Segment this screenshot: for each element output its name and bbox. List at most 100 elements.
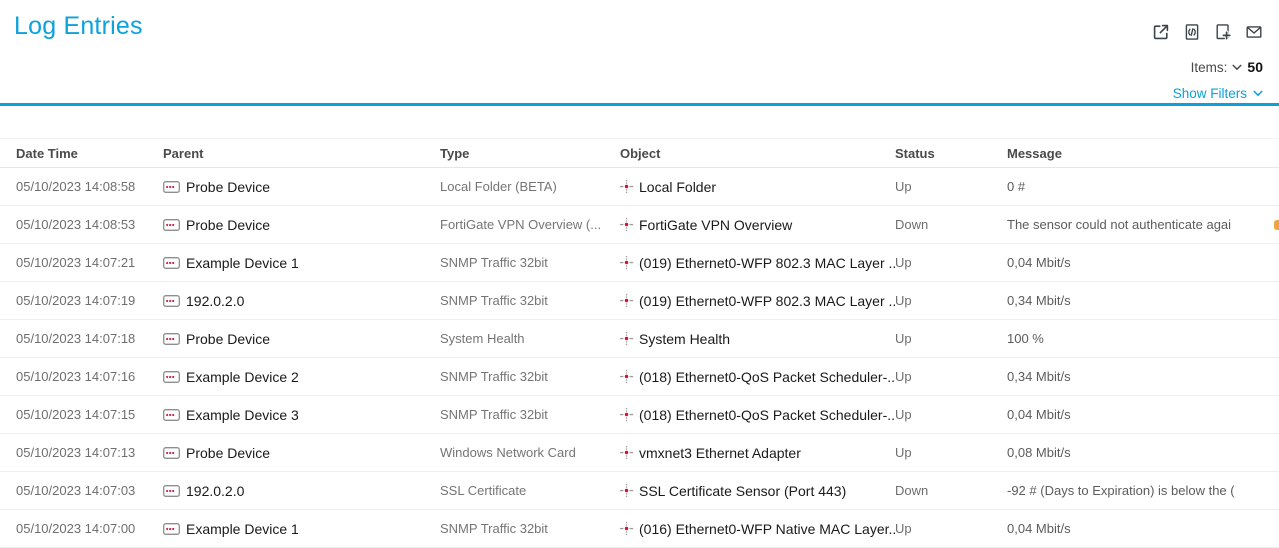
device-icon	[163, 295, 180, 307]
cell-datetime: 05/10/2023 14:07:18	[16, 331, 163, 346]
sensor-object-link[interactable]: (019) Ethernet0-WFP 802.3 MAC Layer ...	[620, 293, 895, 309]
cell-type: SNMP Traffic 32bit	[440, 255, 620, 270]
cell-parent: Probe Device	[163, 331, 440, 347]
cell-parent: Example Device 2	[163, 369, 440, 385]
sensor-icon	[620, 522, 633, 535]
cell-type: FortiGate VPN Overview (...	[440, 217, 620, 232]
parent-device-link[interactable]: Probe Device	[163, 331, 270, 347]
object-name: Local Folder	[639, 179, 716, 195]
chevron-down-icon	[1232, 64, 1242, 71]
cell-datetime: 05/10/2023 14:07:15	[16, 407, 163, 422]
cell-type: Local Folder (BETA)	[440, 179, 620, 194]
object-name: (018) Ethernet0-QoS Packet Scheduler-...	[639, 369, 895, 385]
column-header-parent: Parent	[163, 146, 440, 161]
table-header-row: Date Time Parent Type Object Status Mess…	[0, 138, 1279, 168]
column-header-datetime: Date Time	[16, 146, 163, 161]
device-icon	[163, 219, 180, 231]
parent-device-link[interactable]: Example Device 2	[163, 369, 299, 385]
cell-type: System Health	[440, 331, 620, 346]
parent-device-link[interactable]: Probe Device	[163, 445, 270, 461]
object-name: (016) Ethernet0-WFP Native MAC Layer...	[639, 521, 895, 537]
parent-name: Example Device 2	[186, 369, 299, 385]
parent-device-link[interactable]: Example Device 1	[163, 521, 299, 537]
column-header-message: Message	[1007, 146, 1279, 161]
sensor-object-link[interactable]: Local Folder	[620, 179, 716, 195]
sensor-icon	[620, 218, 633, 231]
table-row: 05/10/2023 14:07:16 Example Device 2 SNM…	[0, 358, 1279, 396]
device-icon	[163, 257, 180, 269]
items-label: Items:	[1191, 60, 1228, 75]
items-per-page-control[interactable]: Items: 50	[1191, 59, 1263, 75]
cell-datetime: 05/10/2023 14:08:58	[16, 179, 163, 194]
cell-status: Up	[895, 369, 1007, 384]
cell-message: 0,04 Mbit/s	[1007, 255, 1279, 270]
page-title: Log Entries	[14, 12, 143, 41]
cell-status: Up	[895, 407, 1007, 422]
log-entries-table: Date Time Parent Type Object Status Mess…	[0, 106, 1279, 548]
cell-parent: 192.0.2.0	[163, 483, 440, 499]
device-icon	[163, 523, 180, 535]
parent-name: 192.0.2.0	[186, 483, 244, 499]
parent-device-link[interactable]: Example Device 3	[163, 407, 299, 423]
table-row: 05/10/2023 14:07:13 Probe Device Windows…	[0, 434, 1279, 472]
cell-status: Up	[895, 255, 1007, 270]
cell-datetime: 05/10/2023 14:07:19	[16, 293, 163, 308]
parent-device-link[interactable]: 192.0.2.0	[163, 483, 244, 499]
device-icon	[163, 409, 180, 421]
add-report-icon[interactable]	[1214, 23, 1232, 41]
sensor-icon	[620, 484, 633, 497]
open-in-new-window-icon[interactable]	[1152, 23, 1170, 41]
cell-object: (019) Ethernet0-WFP 802.3 MAC Layer ...	[620, 293, 895, 309]
show-filters-link[interactable]: Show Filters	[1173, 86, 1263, 101]
parent-name: Example Device 1	[186, 255, 299, 271]
sensor-object-link[interactable]: (018) Ethernet0-QoS Packet Scheduler-...	[620, 407, 895, 423]
cell-parent: Example Device 3	[163, 407, 440, 423]
cell-object: (018) Ethernet0-QoS Packet Scheduler-...	[620, 369, 895, 385]
email-icon[interactable]	[1245, 23, 1263, 41]
sensor-icon	[620, 332, 633, 345]
sensor-object-link[interactable]: System Health	[620, 331, 730, 347]
sensor-icon	[620, 370, 633, 383]
sensor-object-link[interactable]: FortiGate VPN Overview	[620, 217, 792, 233]
parent-device-link[interactable]: Probe Device	[163, 217, 270, 233]
cell-type: SNMP Traffic 32bit	[440, 521, 620, 536]
parent-name: 192.0.2.0	[186, 293, 244, 309]
sensor-object-link[interactable]: (016) Ethernet0-WFP Native MAC Layer...	[620, 521, 895, 537]
sensor-icon	[620, 408, 633, 421]
cell-type: Windows Network Card	[440, 445, 620, 460]
toolbar	[1152, 23, 1263, 41]
table-row: 05/10/2023 14:07:00 Example Device 1 SNM…	[0, 510, 1279, 548]
sensor-icon	[620, 256, 633, 269]
cell-parent: Example Device 1	[163, 521, 440, 537]
xml-export-icon[interactable]	[1183, 23, 1201, 41]
cell-object: (016) Ethernet0-WFP Native MAC Layer...	[620, 521, 895, 537]
sensor-icon	[620, 180, 633, 193]
cell-datetime: 05/10/2023 14:07:00	[16, 521, 163, 536]
parent-device-link[interactable]: Probe Device	[163, 179, 270, 195]
cell-type: SNMP Traffic 32bit	[440, 369, 620, 384]
cell-message: 0,04 Mbit/s	[1007, 521, 1279, 536]
cell-status: Up	[895, 293, 1007, 308]
cell-parent: Probe Device	[163, 445, 440, 461]
column-header-status: Status	[895, 146, 1007, 161]
sensor-object-link[interactable]: (018) Ethernet0-QoS Packet Scheduler-...	[620, 369, 895, 385]
cell-message: -92 # (Days to Expiration) is below the …	[1007, 483, 1279, 498]
parent-name: Example Device 3	[186, 407, 299, 423]
log-entries-page: Log Entries	[0, 0, 1279, 543]
parent-device-link[interactable]: 192.0.2.0	[163, 293, 244, 309]
cell-object: (018) Ethernet0-QoS Packet Scheduler-...	[620, 407, 895, 423]
cell-datetime: 05/10/2023 14:07:21	[16, 255, 163, 270]
cell-status: Up	[895, 331, 1007, 346]
object-name: System Health	[639, 331, 730, 347]
sensor-object-link[interactable]: SSL Certificate Sensor (Port 443)	[620, 483, 846, 499]
table-row: 05/10/2023 14:08:53 Probe Device FortiGa…	[0, 206, 1279, 244]
cell-status: Up	[895, 445, 1007, 460]
cell-datetime: 05/10/2023 14:07:13	[16, 445, 163, 460]
parent-name: Probe Device	[186, 331, 270, 347]
sensor-object-link[interactable]: (019) Ethernet0-WFP 802.3 MAC Layer ...	[620, 255, 895, 271]
cell-message: 0,34 Mbit/s	[1007, 293, 1279, 308]
parent-device-link[interactable]: Example Device 1	[163, 255, 299, 271]
cell-object: FortiGate VPN Overview	[620, 217, 895, 233]
cell-object: Local Folder	[620, 179, 895, 195]
sensor-object-link[interactable]: vmxnet3 Ethernet Adapter	[620, 445, 801, 461]
